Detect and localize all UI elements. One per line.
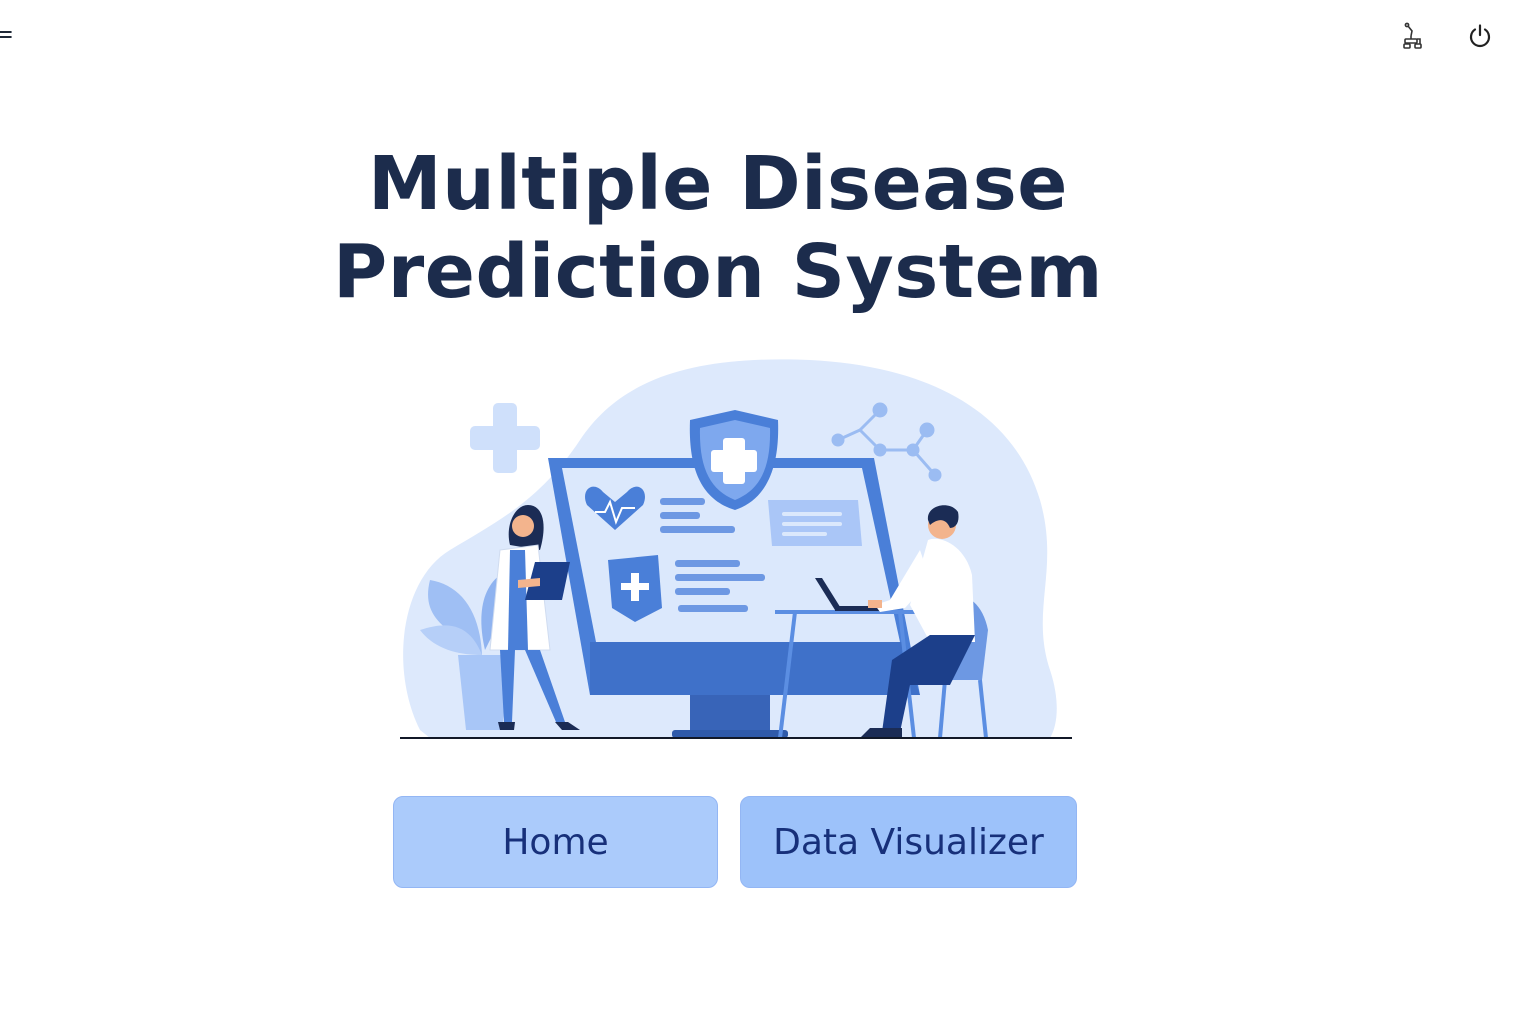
- topbar-actions: [1398, 20, 1496, 52]
- healthcare-illustration: [400, 359, 1072, 739]
- power-icon[interactable]: [1464, 20, 1496, 52]
- app-page: = Multiple Disease Prediction System Hom…: [0, 0, 1536, 1024]
- data-visualizer-button[interactable]: Data Visualizer: [740, 796, 1077, 888]
- deploy-icon[interactable]: [1398, 20, 1430, 52]
- home-button[interactable]: Home: [393, 796, 718, 888]
- plus-icon: [470, 403, 540, 473]
- menu-toggle-icon[interactable]: =: [0, 22, 14, 46]
- page-title: Multiple Disease Prediction System: [333, 141, 1103, 315]
